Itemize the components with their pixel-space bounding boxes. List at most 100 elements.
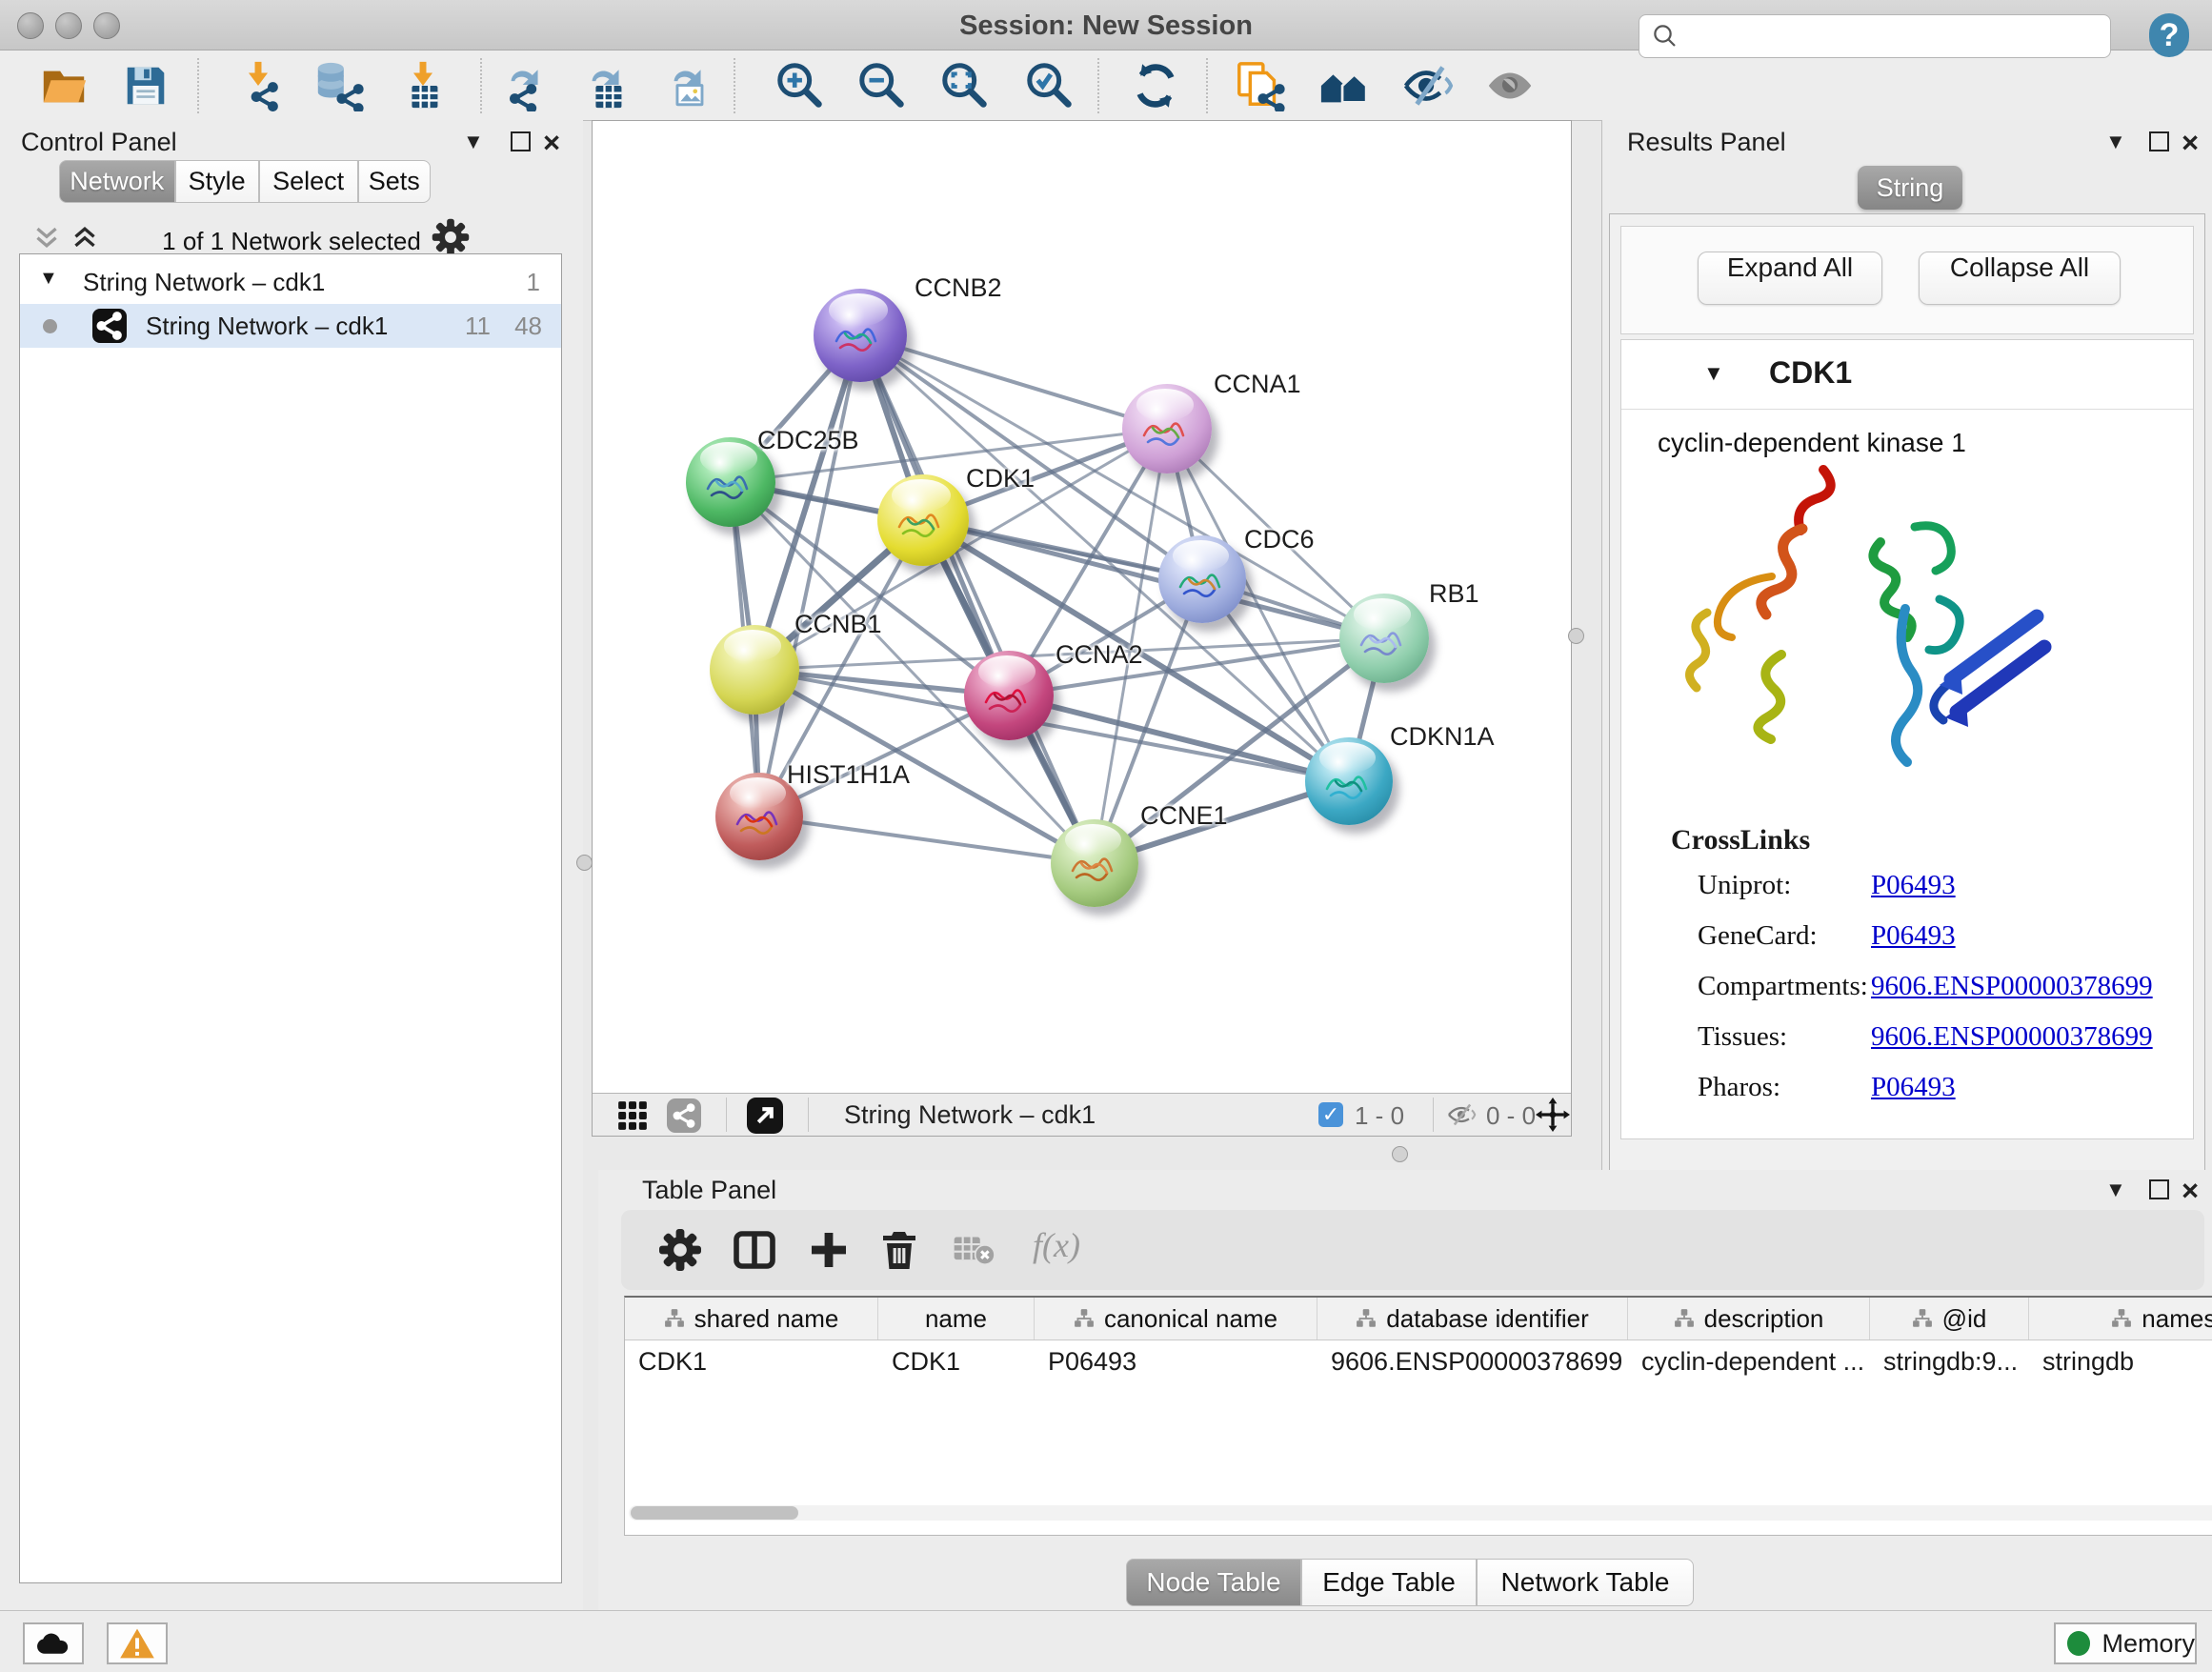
- zoom-selected-icon[interactable]: [1024, 60, 1076, 111]
- tab-network[interactable]: Network: [59, 160, 175, 203]
- close-panel-icon[interactable]: ×: [2182, 1181, 2199, 1200]
- export-table-icon[interactable]: [581, 60, 633, 111]
- edge-CDK1-RB1[interactable]: [923, 520, 1384, 638]
- table-toolbar: f(x): [621, 1210, 2204, 1290]
- function-builder-icon[interactable]: f(x): [1033, 1225, 1080, 1265]
- column-header-database-identifier[interactable]: database identifier: [1317, 1298, 1628, 1340]
- import-network-file-icon[interactable]: [232, 60, 284, 111]
- float-panel-icon[interactable]: [2149, 1179, 2169, 1199]
- results-content: Expand All Collapse All ▼ CDK1 cyclin-de…: [1609, 213, 2205, 1172]
- tab-edge-table[interactable]: Edge Table: [1301, 1559, 1477, 1606]
- tab-sets[interactable]: Sets: [358, 160, 431, 203]
- expand-all-button[interactable]: Expand All: [1698, 252, 1882, 305]
- panel-menu-icon[interactable]: ▼: [2105, 1178, 2126, 1202]
- pan-crosshair-icon[interactable]: [1536, 1098, 1570, 1132]
- network-collection-row[interactable]: ▼ String Network – cdk1 1: [20, 260, 561, 304]
- tab-select[interactable]: Select: [259, 160, 358, 203]
- create-column-icon[interactable]: [806, 1227, 852, 1273]
- zoom-fit-icon[interactable]: [939, 60, 991, 111]
- warning-button[interactable]: [107, 1622, 168, 1664]
- network-row-selected[interactable]: String Network – cdk1 11 48: [20, 304, 561, 348]
- collapse-all-button[interactable]: Collapse All: [1919, 252, 2121, 305]
- table-row[interactable]: CDK1CDK1P064939606.ENSP00000378699cyclin…: [625, 1340, 2212, 1382]
- network-view: CCNB2CCNA1CDC25BCDK1CDC6RB1CCNB1CCNA2CDK…: [592, 120, 1572, 1137]
- column-header-shared-name[interactable]: shared name: [625, 1298, 878, 1340]
- open-view-icon[interactable]: [747, 1098, 783, 1134]
- grid-view-icon[interactable]: [617, 1100, 648, 1131]
- protein-thumbnail: [702, 460, 757, 508]
- left-splitter-handle[interactable]: [576, 855, 593, 871]
- collapse-triangle-icon[interactable]: ▼: [1703, 361, 1724, 386]
- edge-CCNB2-CCNA1[interactable]: [860, 335, 1167, 429]
- delete-table-icon[interactable]: [953, 1233, 995, 1267]
- edge-CCNB2-HIST1H1A[interactable]: [759, 335, 860, 816]
- node-CCNA1[interactable]: [1122, 384, 1212, 473]
- edge-HIST1H1A-CCNE1[interactable]: [759, 816, 1095, 863]
- node-CCNE1[interactable]: [1051, 819, 1138, 907]
- float-panel-icon[interactable]: [2149, 131, 2169, 151]
- toolbar-separator: [1206, 58, 1208, 113]
- node-result-header[interactable]: ▼ CDK1: [1621, 340, 2193, 410]
- node-CCNA2[interactable]: [964, 651, 1054, 740]
- cloud-button[interactable]: [23, 1622, 84, 1664]
- delete-column-icon[interactable]: [876, 1227, 922, 1273]
- selected-checkbox[interactable]: ✓: [1318, 1102, 1343, 1127]
- zoom-out-icon[interactable]: [856, 60, 908, 111]
- crosslink-link[interactable]: 9606.ENSP00000378699: [1871, 1021, 2153, 1053]
- close-panel-icon[interactable]: ×: [543, 133, 560, 152]
- refresh-icon[interactable]: [1130, 60, 1181, 111]
- search-input[interactable]: [1687, 21, 2110, 52]
- import-network-database-icon[interactable]: [312, 60, 364, 111]
- network-canvas[interactable]: CCNB2CCNA1CDC25BCDK1CDC6RB1CCNB1CCNA2CDK…: [593, 121, 1571, 1094]
- node-CDK1[interactable]: [877, 474, 969, 566]
- cell-canonical-name: P06493: [1035, 1340, 1317, 1382]
- share-view-icon[interactable]: [667, 1098, 701, 1133]
- crosslink-link[interactable]: P06493: [1871, 920, 1956, 952]
- tab-node-table[interactable]: Node Table: [1126, 1559, 1301, 1606]
- node-RB1[interactable]: [1339, 594, 1429, 683]
- collapse-triangle-icon[interactable]: ▼: [39, 268, 58, 290]
- zoom-in-icon[interactable]: [774, 60, 826, 111]
- close-panel-icon[interactable]: ×: [2182, 133, 2199, 152]
- column-header-namespace[interactable]: namespace: [2029, 1298, 2212, 1340]
- show-hide-panels-icon[interactable]: [1402, 60, 1454, 111]
- crosslink-link[interactable]: P06493: [1871, 870, 1956, 901]
- table-options-gear-icon[interactable]: [657, 1227, 703, 1273]
- control-panel-title: Control Panel: [21, 128, 177, 157]
- tab-style[interactable]: Style: [175, 160, 259, 203]
- bottom-splitter-handle[interactable]: [1392, 1146, 1408, 1162]
- panel-menu-icon[interactable]: ▼: [463, 130, 484, 154]
- hidden-eye-icon: [1446, 1101, 1478, 1128]
- node-label-CDC6: CDC6: [1244, 525, 1315, 554]
- home-icon[interactable]: [1318, 60, 1370, 111]
- open-file-icon[interactable]: [38, 60, 90, 111]
- column-header--id[interactable]: @id: [1870, 1298, 2029, 1340]
- node-CDC6[interactable]: [1158, 535, 1246, 623]
- tab-network-table[interactable]: Network Table: [1477, 1559, 1694, 1606]
- crosslink-label: Tissues:: [1698, 1021, 1787, 1053]
- column-header-description[interactable]: description: [1628, 1298, 1870, 1340]
- crosslink-link[interactable]: P06493: [1871, 1072, 1956, 1103]
- memory-button[interactable]: Memory: [2054, 1622, 2197, 1664]
- node-CCNB2[interactable]: [814, 289, 907, 382]
- export-image-icon[interactable]: [663, 60, 714, 111]
- export-network-icon[interactable]: [500, 60, 552, 111]
- crosslink-link[interactable]: 9606.ENSP00000378699: [1871, 971, 2153, 1002]
- network-from-selection-icon[interactable]: [1234, 60, 1285, 111]
- panel-menu-icon[interactable]: ▼: [2105, 130, 2126, 154]
- column-header-canonical-name[interactable]: canonical name: [1035, 1298, 1317, 1340]
- column-header-name[interactable]: name: [878, 1298, 1035, 1340]
- selected-count: 1 - 0: [1355, 1101, 1404, 1131]
- import-table-icon[interactable]: [397, 60, 449, 111]
- node-CDKN1A[interactable]: [1305, 737, 1393, 825]
- node-CCNB1[interactable]: [710, 625, 799, 715]
- main-toolbar: [0, 50, 2212, 121]
- help-button[interactable]: ?: [2149, 13, 2189, 57]
- tab-string[interactable]: String: [1858, 166, 1962, 210]
- show-columns-icon[interactable]: [732, 1227, 777, 1273]
- node-count: 11: [465, 312, 491, 341]
- save-session-icon[interactable]: [120, 60, 171, 111]
- scrollbar-thumb[interactable]: [631, 1506, 798, 1520]
- float-panel-icon[interactable]: [511, 131, 531, 151]
- node-gloss: [724, 630, 781, 662]
